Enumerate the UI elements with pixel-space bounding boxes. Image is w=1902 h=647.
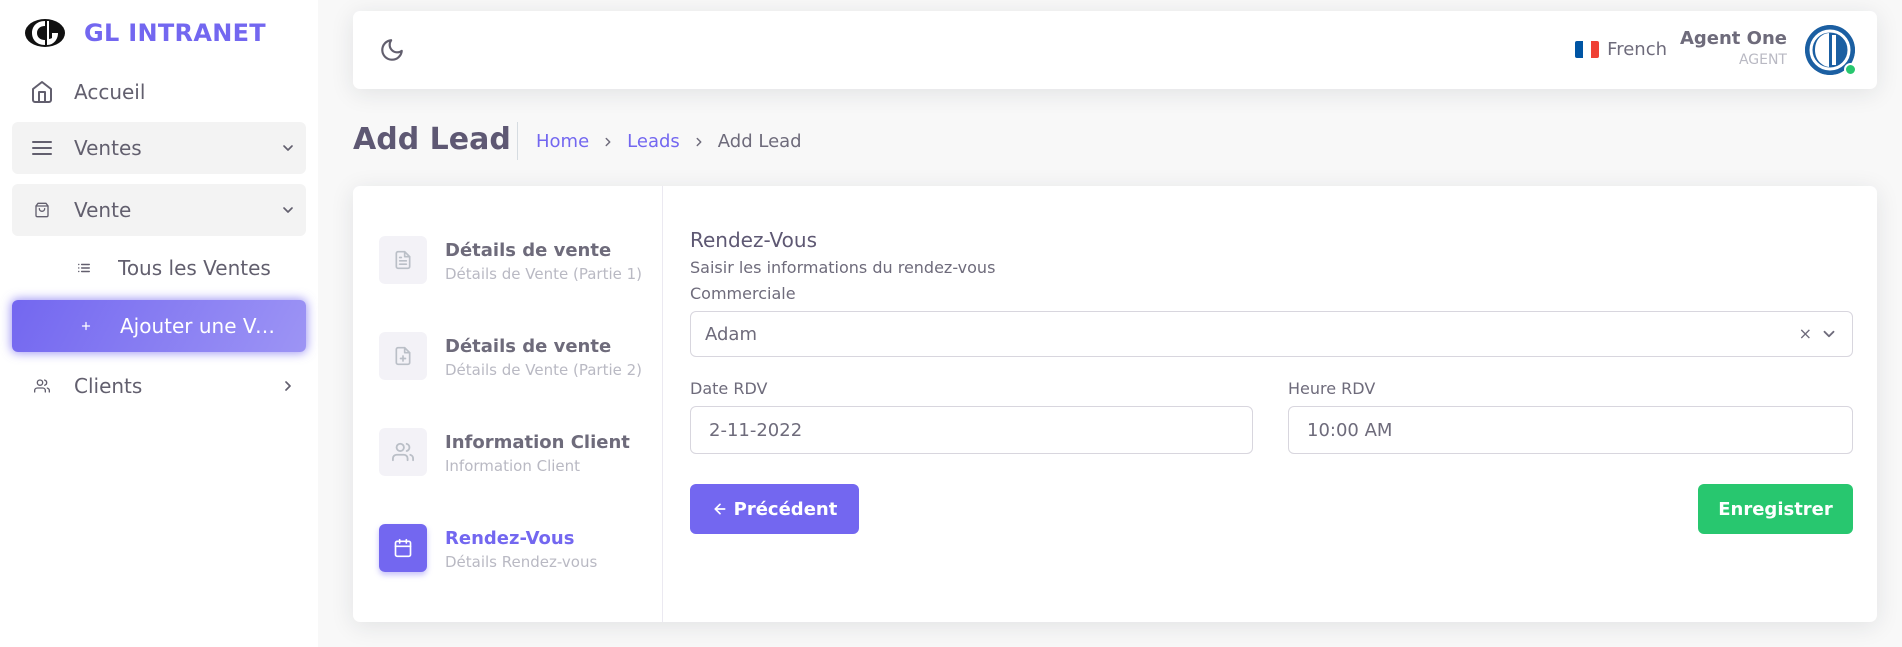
- breadcrumb-home[interactable]: Home: [536, 131, 589, 152]
- user-name: Agent One: [1679, 28, 1787, 49]
- brand-name: GL INTRANET: [84, 19, 266, 47]
- breadcrumb-current: Add Lead: [717, 131, 802, 152]
- users-icon: [379, 428, 427, 476]
- sidebar-subitem-label: Tous les Ventes: [118, 256, 271, 280]
- date-value: 2-11-2022: [709, 419, 803, 441]
- list-icon: [76, 260, 92, 276]
- user-role: AGENT: [1738, 52, 1787, 68]
- commercial-value: Adam: [705, 323, 757, 345]
- sidebar-item-label: Vente: [74, 198, 132, 222]
- wizard-step-4[interactable]: Rendez-Vous Détails Rendez-vous: [379, 524, 597, 572]
- language-dropdown[interactable]: French: [1575, 39, 1667, 60]
- file-text-icon: [379, 236, 427, 284]
- step-subtitle: Détails Rendez-vous: [445, 553, 598, 571]
- chevron-down-icon: [280, 202, 296, 218]
- wizard-steps: Détails de vente Détails de Vente (Parti…: [353, 186, 663, 622]
- save-button[interactable]: Enregistrer: [1698, 484, 1853, 534]
- sidebar: GL INTRANET Accueil Ventes Vente Tous le…: [0, 0, 318, 647]
- breadcrumb-divider: [517, 122, 518, 160]
- sidebar-item-label: Ventes: [74, 136, 142, 160]
- chevron-right-icon: [280, 378, 296, 394]
- shopping-bag-icon: [30, 198, 54, 222]
- sidebar-subitem-label: Ajouter une Ve...: [120, 314, 280, 338]
- time-input[interactable]: 10:00 AM: [1288, 406, 1853, 454]
- sidebar-item-label: Accueil: [74, 80, 146, 104]
- step-title: Détails de vente: [445, 240, 612, 261]
- clear-icon[interactable]: ×: [1799, 324, 1812, 343]
- sidebar-item-clients[interactable]: Clients: [12, 360, 306, 412]
- sidebar-subitem-ajouter-une-vente[interactable]: Ajouter une Ve...: [12, 300, 306, 352]
- sidebar-item-ventes[interactable]: Ventes: [12, 122, 306, 174]
- commercial-label: Commerciale: [690, 284, 796, 303]
- date-label: Date RDV: [690, 379, 768, 398]
- moon-icon[interactable]: [379, 37, 407, 65]
- arrow-left-icon: [714, 503, 726, 515]
- save-button-label: Enregistrer: [1718, 498, 1833, 520]
- chevron-right-icon: [599, 133, 617, 151]
- commercial-select[interactable]: Adam ×: [690, 311, 1853, 357]
- chevron-down-icon: [280, 140, 296, 156]
- home-icon: [30, 80, 54, 104]
- breadcrumb: Home Leads Add Lead: [536, 131, 802, 152]
- time-group: Heure RDV 10:00 AM: [1288, 379, 1853, 454]
- time-value: 10:00 AM: [1307, 419, 1393, 441]
- chevron-down-icon[interactable]: [1820, 325, 1838, 343]
- date-group: Date RDV 2-11-2022: [690, 379, 1253, 454]
- previous-button-label: Précédent: [733, 498, 838, 520]
- user-info[interactable]: Agent One AGENT: [1680, 28, 1787, 68]
- page-title: Add Lead: [353, 122, 511, 157]
- language-label: French: [1607, 39, 1667, 60]
- brand[interactable]: GL INTRANET: [0, 0, 318, 66]
- top-navbar: French Agent One AGENT: [353, 11, 1877, 89]
- step-title: Rendez-Vous: [445, 528, 575, 549]
- form-title: Rendez-Vous: [690, 228, 817, 252]
- step-subtitle: Information Client: [445, 457, 581, 475]
- chevron-right-icon: [690, 133, 708, 151]
- brand-logo-icon: [24, 18, 66, 48]
- wizard-card: Détails de vente Détails de Vente (Parti…: [353, 186, 1877, 622]
- users-icon: [30, 374, 54, 398]
- sidebar-subitem-tous-les-ventes[interactable]: Tous les Ventes: [12, 242, 306, 294]
- plus-icon: [78, 318, 94, 334]
- date-input[interactable]: 2-11-2022: [690, 406, 1253, 454]
- step-subtitle: Détails de Vente (Partie 1): [445, 265, 643, 283]
- file-plus-icon: [379, 332, 427, 380]
- time-label: Heure RDV: [1288, 379, 1376, 398]
- france-flag-icon: [1575, 41, 1600, 58]
- wizard-step-1[interactable]: Détails de vente Détails de Vente (Parti…: [379, 236, 642, 284]
- step-subtitle: Détails de Vente (Partie 2): [445, 361, 643, 379]
- step-title: Information Client: [445, 432, 630, 453]
- form-subtitle: Saisir les informations du rendez-vous: [690, 258, 996, 277]
- step-title: Détails de vente: [445, 336, 612, 357]
- sidebar-nav: Accueil Ventes Vente Tous les Ventes Ajo…: [0, 66, 318, 412]
- calendar-icon: [379, 524, 427, 572]
- sidebar-item-label: Clients: [74, 374, 143, 398]
- sidebar-item-accueil[interactable]: Accueil: [12, 66, 306, 118]
- form-content: Rendez-Vous Saisir les informations du r…: [690, 228, 1853, 548]
- online-status-icon: [1844, 63, 1857, 76]
- sidebar-item-vente[interactable]: Vente: [12, 184, 306, 236]
- wizard-step-2[interactable]: Détails de vente Détails de Vente (Parti…: [379, 332, 642, 380]
- wizard-step-3[interactable]: Information Client Information Client: [379, 428, 630, 476]
- previous-button[interactable]: Précédent: [690, 484, 859, 534]
- menu-icon: [30, 136, 54, 160]
- breadcrumb-leads[interactable]: Leads: [627, 131, 680, 152]
